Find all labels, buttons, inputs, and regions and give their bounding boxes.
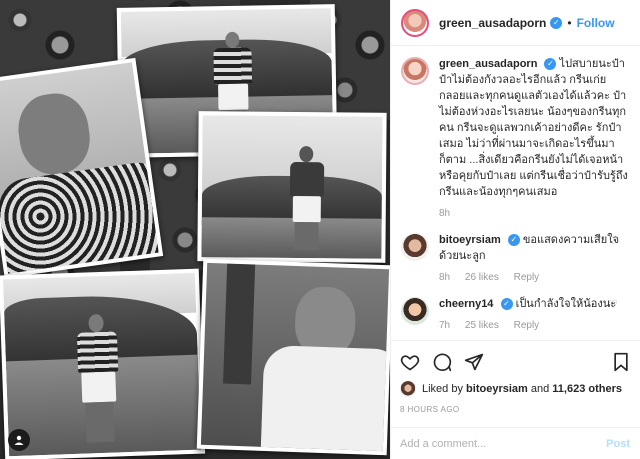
caption-comment: green_ausadaporn ✓ ไปสบายนะป๋า ป๋าไม่ต้อ… [401,56,630,222]
heart-icon[interactable] [400,352,420,372]
heart-small-icon[interactable]: ♡ [608,234,618,247]
post-image[interactable] [0,0,390,459]
comment-text: เป็นกำลังใจให้น้องนะ [515,298,617,310]
share-icon[interactable] [464,352,484,372]
post-actions: Liked by bitoeyrsiam and 11,623 others 8… [390,340,640,414]
verified-badge-icon: ✓ [507,234,520,247]
add-comment-bar: Add a comment... Post [390,427,640,459]
heart-small-icon[interactable]: ♡ [608,298,618,311]
likes-summary: Liked by bitoeyrsiam and 11,623 others [400,381,630,397]
comment-icon[interactable] [432,352,452,372]
post-timestamp[interactable]: 8 HOURS AGO [400,405,630,414]
verified-badge-icon: ✓ [550,16,563,29]
verified-badge-icon: ✓ [500,298,513,311]
author-username[interactable]: green_ausadaporn [439,16,546,30]
list-item: cheerny14 ✓ เป็นกำลังใจให้น้องนะ 7h 25 l… [401,296,630,334]
photo-print [0,57,164,279]
likes-prefix: Liked by [422,383,463,395]
bookmark-icon[interactable] [612,352,630,372]
comment-input[interactable]: Add a comment... [400,438,606,450]
photo-print [0,268,206,459]
comment-time[interactable]: 7h [439,320,450,331]
comments-list[interactable]: green_ausadaporn ✓ ไปสบายนะป๋า ป๋าไม่ต้อ… [391,46,640,338]
follow-button[interactable]: Follow [577,16,615,30]
likes-conjunction: and [530,383,550,395]
comment-likes[interactable]: 26 likes [465,272,499,283]
post-header: green_ausadaporn ✓ • Follow [391,0,640,46]
commenter-avatar[interactable] [401,297,429,325]
camera-icon[interactable] [8,429,30,451]
commenter-avatar[interactable] [401,233,429,261]
separator-dot: • [567,15,572,30]
liker-avatar[interactable] [400,381,416,397]
photo-print [196,258,390,456]
author-avatar[interactable] [401,8,429,37]
reply-button[interactable]: Reply [514,320,540,331]
commenter-username[interactable]: cheerny14 [439,298,493,310]
comment-likes[interactable]: 25 likes [465,320,499,331]
verified-badge-icon: ✓ [544,58,557,71]
caption-text: ไปสบายนะป๋า ป๋าไม่ต้องกังวลอะไรอีกแล้ว ก… [439,58,628,198]
photo-print [197,111,387,263]
caption-username[interactable]: green_ausadaporn [439,58,537,70]
caption-time[interactable]: 8h [439,208,450,219]
list-item: bitoeyrsiam ✓ ขอแสดงความเสียใจด้วยนะลูก … [401,232,630,286]
reply-button[interactable]: Reply [514,272,540,283]
liker-username[interactable]: bitoeyrsiam [466,383,528,395]
comment-time[interactable]: 8h [439,272,450,283]
likes-others[interactable]: 11,623 others [552,383,622,395]
post-button[interactable]: Post [606,438,630,450]
commenter-username[interactable]: bitoeyrsiam [439,234,501,246]
author-avatar[interactable] [401,57,429,85]
